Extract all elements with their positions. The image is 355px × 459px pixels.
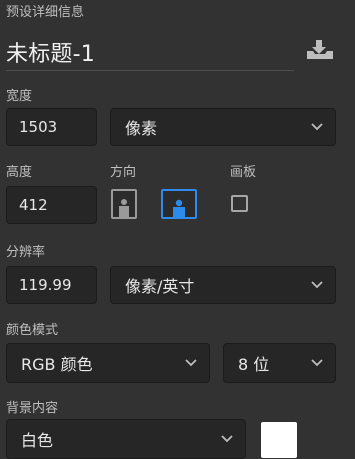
- portrait-person-icon: [119, 199, 129, 217]
- height-input[interactable]: 412: [6, 186, 97, 224]
- bit-depth-value: 8 位: [238, 355, 270, 374]
- chevron-down-icon: [311, 359, 323, 367]
- background-color-swatch[interactable]: [261, 422, 297, 458]
- color-mode-label: 颜色模式: [6, 323, 59, 338]
- download-tray-icon: [307, 40, 333, 59]
- width-input[interactable]: 1503: [6, 108, 97, 146]
- resolution-unit-select[interactable]: 像素/英寸: [110, 266, 336, 304]
- background-contents-label: 背景内容: [6, 401, 59, 416]
- artboard-label: 画板: [230, 165, 257, 180]
- width-value: 1503: [19, 118, 58, 136]
- height-value: 412: [19, 196, 48, 214]
- orientation-landscape-button[interactable]: [161, 189, 197, 219]
- color-mode-value: RGB 颜色: [21, 355, 93, 374]
- orientation-label: 方向: [110, 165, 137, 180]
- document-title-field[interactable]: 未标题-1: [6, 36, 95, 68]
- orientation-portrait-button[interactable]: [111, 189, 137, 219]
- background-contents-select[interactable]: 白色: [6, 419, 246, 459]
- save-preset-button[interactable]: [305, 38, 335, 62]
- chevron-down-icon: [221, 435, 233, 443]
- chevron-down-icon: [311, 123, 323, 131]
- resolution-input[interactable]: 119.99: [6, 266, 97, 304]
- width-unit-value: 像素: [125, 119, 158, 138]
- resolution-unit-value: 像素/英寸: [125, 277, 195, 296]
- bit-depth-select[interactable]: 8 位: [223, 343, 336, 383]
- background-contents-value: 白色: [21, 431, 54, 450]
- artboard-checkbox[interactable]: [231, 195, 248, 212]
- width-label: 宽度: [6, 89, 33, 104]
- width-unit-select[interactable]: 像素: [110, 108, 336, 146]
- document-title-underline: [6, 70, 294, 71]
- resolution-value: 119.99: [19, 276, 72, 294]
- chevron-down-icon: [185, 359, 197, 367]
- color-mode-select[interactable]: RGB 颜色: [6, 343, 210, 383]
- section-header-preset-details: 预设详细信息: [6, 5, 85, 20]
- chevron-down-icon: [311, 281, 323, 289]
- resolution-label: 分辨率: [6, 245, 46, 260]
- height-label: 高度: [6, 165, 33, 180]
- landscape-person-icon: [173, 199, 185, 217]
